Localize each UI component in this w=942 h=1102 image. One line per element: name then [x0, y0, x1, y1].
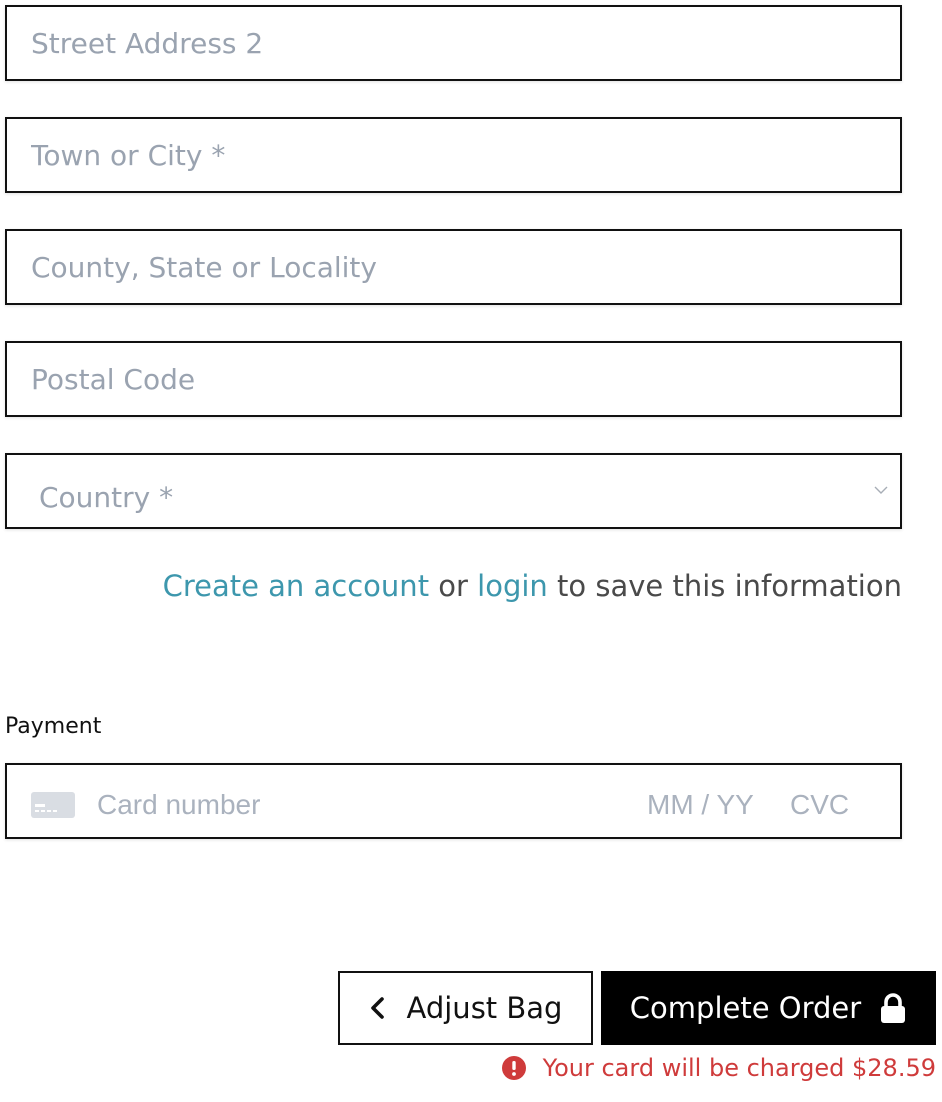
or-text: or — [438, 569, 468, 603]
postal-code-input[interactable] — [7, 343, 900, 415]
charge-notice: Your card will be charged $28.59 — [501, 1054, 936, 1082]
complete-order-button[interactable]: Complete Order — [601, 971, 936, 1045]
chevron-left-icon — [370, 997, 384, 1019]
town-or-city-field[interactable] — [5, 117, 902, 193]
county-state-locality-field[interactable] — [5, 229, 902, 305]
adjust-bag-button[interactable]: Adjust Bag — [338, 971, 593, 1045]
card-number-input[interactable] — [97, 787, 497, 823]
credit-card-icon — [31, 792, 75, 818]
card-element[interactable] — [5, 763, 902, 839]
town-or-city-input[interactable] — [7, 119, 900, 191]
card-cvc-input[interactable] — [790, 787, 870, 823]
save-info-text: to save this information — [557, 569, 902, 603]
payment-label: Payment — [5, 714, 102, 739]
card-expiry-input[interactable] — [647, 787, 777, 823]
country-select[interactable]: Country * — [5, 453, 902, 529]
alert-circle-icon — [501, 1056, 526, 1080]
create-account-link[interactable]: Create an account — [163, 569, 429, 603]
login-link[interactable]: login — [477, 569, 548, 603]
postal-code-field[interactable] — [5, 341, 902, 417]
lock-icon — [881, 993, 906, 1023]
adjust-bag-label: Adjust Bag — [406, 991, 563, 1025]
street-address-2-input[interactable] — [7, 7, 900, 79]
charge-notice-text: Your card will be charged $28.59 — [542, 1054, 936, 1082]
country-select-placeholder: Country * — [39, 481, 174, 514]
county-state-locality-input[interactable] — [7, 231, 900, 303]
street-address-2-field[interactable] — [5, 5, 902, 81]
complete-order-label: Complete Order — [629, 991, 862, 1025]
chevron-down-icon — [874, 486, 888, 494]
account-prompt: Create an account or login to save this … — [163, 569, 902, 603]
